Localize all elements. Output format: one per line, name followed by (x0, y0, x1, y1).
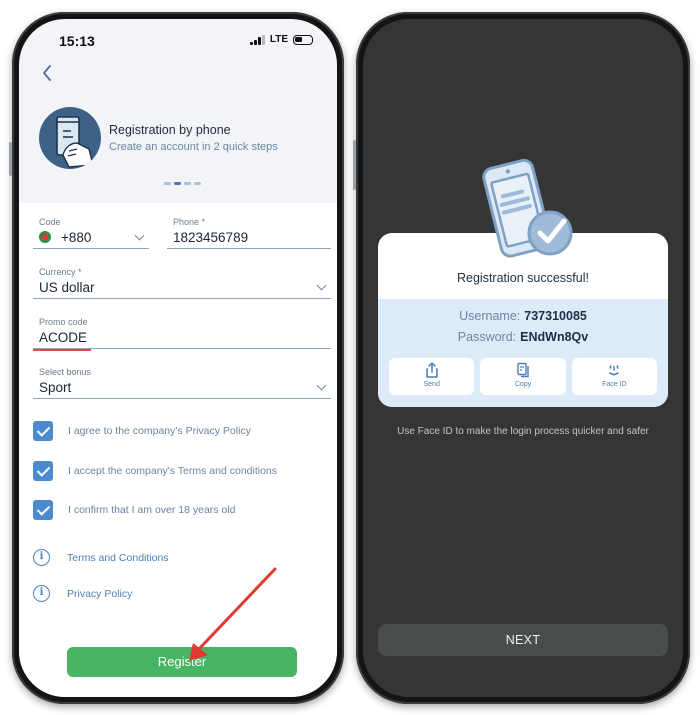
chevron-left-icon (43, 65, 51, 81)
promo-code-input[interactable]: Promo code ACODE (33, 317, 331, 351)
code-value: +880 (61, 230, 92, 245)
step-dot (164, 182, 171, 185)
chevron-down-icon (316, 380, 327, 391)
password-label: Password: (457, 330, 517, 344)
chevron-down-icon (316, 280, 327, 291)
share-icon (389, 362, 474, 380)
bonus-label: Select bonus (39, 367, 92, 377)
password-row: Password: ENdWn8Qv (378, 330, 668, 344)
phone-input[interactable]: Phone * 1823456789 (167, 217, 331, 249)
right-phone-frame: Registration successful! Username: 737310… (353, 12, 690, 704)
status-bar: 15:13 LTE (19, 31, 337, 51)
step-dot (194, 182, 201, 185)
username-row: Username: 737310085 (378, 309, 668, 323)
registration-screen: 15:13 LTE Registration by phone Create a… (19, 19, 337, 697)
success-title: Registration successful! (456, 271, 589, 285)
face-id-button[interactable]: Face ID (571, 358, 657, 395)
status-time: 15:13 (59, 33, 95, 49)
checkbox-checked-icon[interactable] (33, 500, 53, 520)
send-label: Send (423, 381, 440, 388)
terms-link[interactable]: i Terms and Conditions (33, 549, 169, 566)
phone-value: 1823456789 (173, 230, 249, 245)
registration-form: Code +880 Phone * 1823456789 Currency * … (19, 203, 337, 697)
credential-actions: Send Copy Face ID (389, 358, 657, 395)
bonus-select[interactable]: Select bonus Sport (33, 367, 331, 399)
currency-label: Currency * (39, 267, 82, 277)
back-button[interactable] (41, 63, 61, 87)
network-label: LTE (269, 34, 288, 45)
copy-button[interactable]: Copy (480, 358, 566, 395)
battery-icon (293, 34, 313, 45)
step-indicator (164, 182, 201, 185)
step-dot (174, 182, 181, 185)
phone-side-button (353, 140, 356, 190)
bonus-value: Sport (39, 380, 72, 395)
phone-checkmark-icon (482, 158, 573, 258)
face-id-icon (572, 362, 657, 380)
phone-side-button (9, 142, 12, 176)
promo-label: Promo code (39, 317, 88, 327)
face-id-hint: Use Face ID to make the login process qu… (397, 426, 649, 437)
promo-value: ACODE (39, 330, 88, 345)
terms-checkbox-row[interactable]: I accept the company's Terms and conditi… (33, 461, 277, 481)
checkbox-checked-icon[interactable] (33, 421, 53, 441)
privacy-link[interactable]: i Privacy Policy (33, 585, 132, 602)
chevron-down-icon (134, 230, 145, 241)
next-button[interactable]: NEXT (378, 624, 668, 656)
step-dot (184, 182, 191, 185)
info-icon: i (33, 549, 50, 566)
registration-hero: Registration by phone Create an account … (39, 107, 278, 169)
privacy-checkbox-row[interactable]: I agree to the company's Privacy Policy (33, 421, 251, 441)
send-button[interactable]: Send (389, 358, 475, 395)
info-icon: i (33, 585, 50, 602)
phone-label: Phone * (173, 217, 206, 227)
checkbox-label: I agree to the company's Privacy Policy (68, 425, 251, 437)
country-code-select[interactable]: Code +880 (33, 217, 149, 249)
username-value: 737310085 (524, 309, 587, 323)
terms-link-label[interactable]: Terms and Conditions (67, 552, 169, 564)
currency-value: US dollar (39, 280, 95, 295)
password-value: ENdWn8Qv (520, 330, 589, 344)
phone-in-hand-icon (39, 107, 101, 169)
currency-select[interactable]: Currency * US dollar (33, 267, 331, 299)
annotation-underline (33, 349, 91, 351)
face-id-label: Face ID (602, 381, 627, 388)
success-screen: Registration successful! Username: 737310… (363, 19, 683, 697)
checkbox-label: I confirm that I am over 18 years old (68, 504, 236, 516)
privacy-link-label[interactable]: Privacy Policy (67, 588, 132, 600)
register-button[interactable]: Register (67, 647, 297, 677)
status-indicators: LTE (250, 34, 313, 45)
username-label: Username: (459, 309, 521, 323)
signal-icon (250, 34, 265, 45)
left-phone-frame: 15:13 LTE Registration by phone Create a… (9, 12, 344, 704)
code-value-wrap: +880 (39, 230, 91, 245)
checkbox-label: I accept the company's Terms and conditi… (68, 465, 278, 477)
code-label: Code (39, 217, 61, 227)
age-checkbox-row[interactable]: I confirm that I am over 18 years old (33, 500, 236, 520)
bangladesh-flag-icon (39, 231, 51, 243)
copy-label: Copy (514, 381, 532, 388)
copy-icon (480, 362, 565, 380)
checkbox-checked-icon[interactable] (33, 461, 53, 481)
hero-subtitle: Create an account in 2 quick steps (109, 141, 278, 153)
credentials-box: Username: 737310085 Password: ENdWn8Qv Sen… (378, 299, 668, 407)
hero-title: Registration by phone (109, 123, 231, 137)
